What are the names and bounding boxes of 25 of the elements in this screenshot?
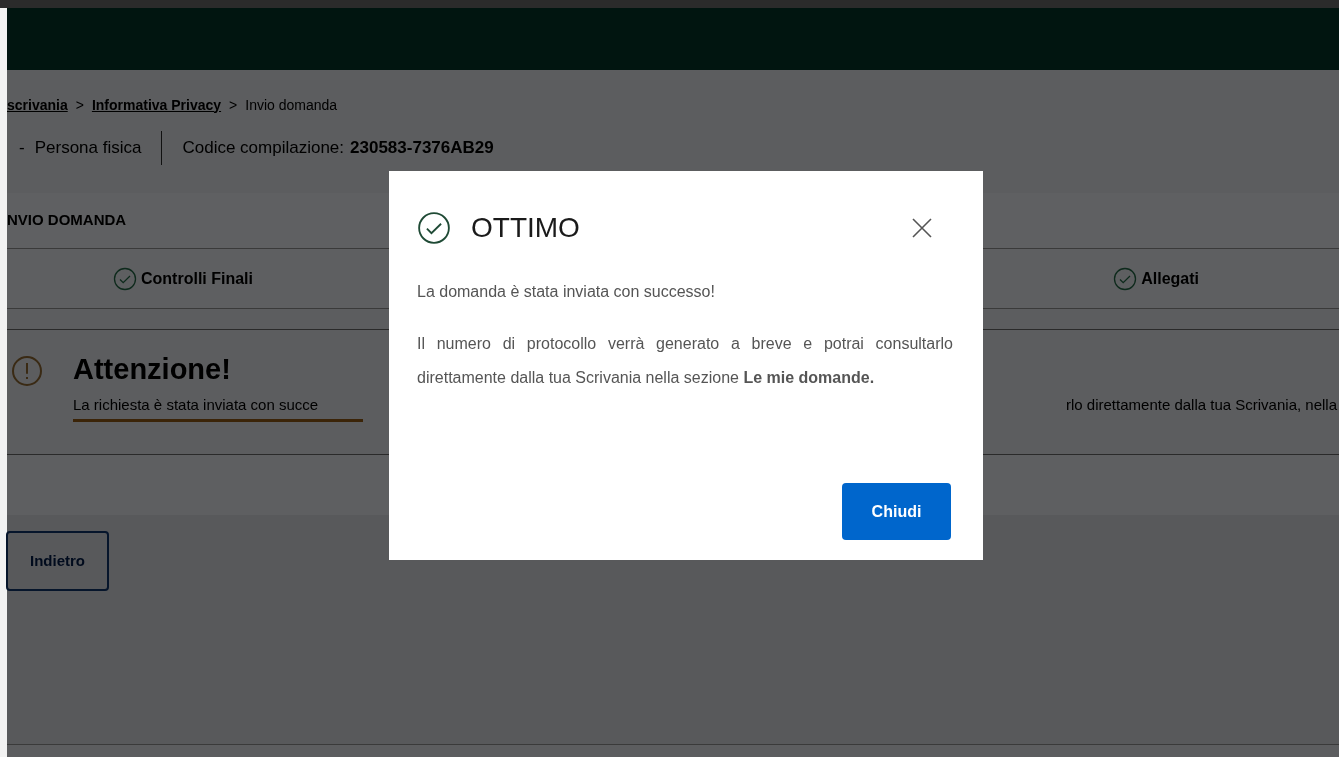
breadcrumb-text: Invio domanda: [245, 95, 338, 115]
dialog-title: OTTIMO: [471, 211, 580, 245]
applicant-type: Persona fisica: [34, 137, 142, 160]
code-label: Codice compilazione:: [182, 137, 345, 160]
back-button[interactable]: Indietro: [6, 531, 109, 591]
check-circle-icon: [1113, 266, 1138, 291]
prefix-text: -: [19, 137, 25, 160]
check-circle-icon: [417, 211, 451, 245]
breadcrumb-text: >: [229, 95, 238, 115]
stepper-step: Allegati: [1113, 266, 1199, 291]
breadcrumb-link[interactable]: scrivania: [7, 94, 68, 116]
stepper-step: Controlli Finali: [113, 266, 253, 291]
section-title: NVIO DOMANDA: [7, 210, 127, 231]
close-icon: [910, 216, 934, 240]
alert-text: rlo direttamente dalla tua Scrivania, nella: [1066, 395, 1337, 415]
breadcrumb-text: >: [75, 95, 84, 115]
alert-text: La richiesta è stata inviata con succe: [73, 395, 319, 415]
code-value: 230583-7376AB29: [350, 137, 494, 160]
exclamation-circle-icon: [11, 355, 43, 387]
check-circle-icon: [113, 266, 137, 291]
alert-title: Attenzione!: [73, 352, 231, 386]
breadcrumb-link[interactable]: Informativa Privacy: [91, 94, 222, 116]
close-dialog-button[interactable]: Chiudi: [842, 483, 951, 540]
dialog-text: Il numero di protocollo verrà generato a breve e potrai consultarlo direttamente dalla tua Scrivania nella sezione Le mie domande.: [417, 334, 953, 388]
dialog-text: La domanda è stata inviata con successo!: [417, 282, 716, 302]
